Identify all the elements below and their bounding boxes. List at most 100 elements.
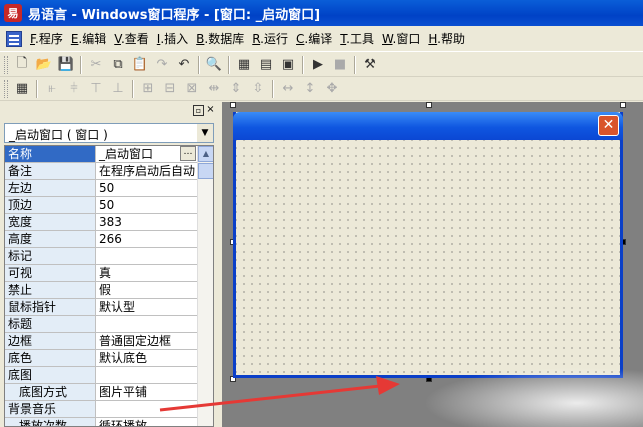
property-value[interactable]: 默认型	[96, 299, 213, 315]
menu-help[interactable]: H.帮助	[424, 30, 469, 47]
property-scrollbar[interactable]: ▲	[197, 146, 213, 426]
property-value[interactable]	[96, 316, 213, 332]
property-value[interactable]: 循环播放	[96, 418, 213, 426]
property-value[interactable]: 图片平铺	[96, 384, 213, 400]
align-bottom-icon[interactable]: ⊥	[107, 79, 129, 99]
property-row[interactable]: 名称 _启动窗口…	[5, 146, 213, 163]
property-row[interactable]: 禁止 假	[5, 282, 213, 299]
property-row[interactable]: 鼠标指针 默认型	[5, 299, 213, 316]
grid-icon[interactable]: ▦	[11, 79, 33, 99]
form-caption-bar[interactable]: ✕	[233, 112, 623, 140]
property-value[interactable]: _启动窗口…	[96, 146, 213, 162]
property-row[interactable]: 播放次数 循环播放	[5, 418, 213, 426]
property-row[interactable]: 高度 266	[5, 231, 213, 248]
space-vertical-icon[interactable]: ⇕	[225, 79, 247, 99]
property-row[interactable]: 底图方式 图片平铺	[5, 384, 213, 401]
chevron-down-icon[interactable]: ▼	[197, 124, 213, 142]
layout-top-icon[interactable]: ▤	[255, 55, 277, 75]
align-left-icon[interactable]: ⫦	[41, 79, 63, 99]
same-size-icon[interactable]: ⊠	[181, 79, 203, 99]
menu-database[interactable]: B.数据库	[192, 30, 248, 47]
property-row[interactable]: 标记	[5, 248, 213, 265]
close-icon[interactable]: ✕	[598, 115, 619, 136]
property-value[interactable]: 假	[96, 282, 213, 298]
property-name: 备注	[5, 163, 96, 179]
property-value[interactable]: 普通固定边框	[96, 333, 213, 349]
design-canvas[interactable]: ✕	[222, 102, 643, 427]
property-row[interactable]: 可视 真	[5, 265, 213, 282]
same-width-icon[interactable]: ⊞	[137, 79, 159, 99]
property-row[interactable]: 备注 在程序启动后自动	[5, 163, 213, 180]
center-horizontal-icon[interactable]: ↔	[277, 79, 299, 99]
property-value[interactable]: 50	[96, 180, 213, 196]
resize-handle[interactable]	[230, 102, 236, 108]
component-selector[interactable]: _启动窗口 ( 窗口 ) ▼	[4, 123, 214, 143]
cut-icon[interactable]: ✂	[85, 55, 107, 75]
run-icon[interactable]: ▶	[307, 55, 329, 75]
menu-tools[interactable]: T.工具	[336, 30, 378, 47]
startup-window-form[interactable]: ✕	[233, 112, 623, 378]
menu-edit[interactable]: E.编辑	[67, 30, 110, 47]
center-vertical-icon[interactable]: ↕	[299, 79, 321, 99]
more-button[interactable]: …	[180, 146, 196, 161]
resize-handle[interactable]	[620, 102, 626, 108]
menu-label: 编辑	[82, 32, 107, 46]
property-row[interactable]: 左边 50	[5, 180, 213, 197]
menu-label: 帮助	[440, 32, 465, 46]
stop-icon[interactable]: ■	[329, 55, 351, 75]
toolbar-grip[interactable]	[4, 55, 8, 74]
save-icon[interactable]: 💾	[55, 55, 77, 75]
debug-icon[interactable]: ⚒	[359, 55, 381, 75]
property-row[interactable]: 底色 默认底色	[5, 350, 213, 367]
space-equal-icon[interactable]: ⇳	[247, 79, 269, 99]
center-both-icon[interactable]: ✥	[321, 79, 343, 99]
layout-left-icon[interactable]: ▦	[233, 55, 255, 75]
toolbar-grip[interactable]	[4, 79, 8, 98]
toolbar-separator	[228, 55, 230, 74]
component-selector-value: _启动窗口 ( 窗口 )	[9, 128, 108, 142]
menu-program[interactable]: F.程序	[26, 30, 67, 47]
new-file-icon[interactable]: 🗋	[11, 55, 33, 75]
property-value[interactable]: 383	[96, 214, 213, 230]
property-row[interactable]: 底图	[5, 367, 213, 384]
scroll-thumb[interactable]	[198, 163, 213, 179]
menu-window[interactable]: W.窗口	[378, 30, 424, 47]
property-value[interactable]: 在程序启动后自动	[96, 163, 213, 179]
scroll-up-icon[interactable]: ▲	[198, 146, 213, 162]
align-top-icon[interactable]: ⊤	[85, 79, 107, 99]
layout-full-icon[interactable]: ▣	[277, 55, 299, 75]
same-height-icon[interactable]: ⊟	[159, 79, 181, 99]
menu-compile[interactable]: C.编译	[292, 30, 336, 47]
copy-icon[interactable]: ⧉	[107, 55, 129, 75]
menu-key: R	[252, 32, 261, 46]
redo-icon[interactable]: ↷	[151, 55, 173, 75]
undo-icon[interactable]: ↶	[173, 55, 195, 75]
menu-insert[interactable]: I.插入	[153, 30, 192, 47]
property-name: 禁止	[5, 282, 96, 298]
property-row[interactable]: 边框 普通固定边框	[5, 333, 213, 350]
form-client-area[interactable]	[236, 140, 620, 375]
resize-handle[interactable]	[426, 102, 432, 108]
align-center-icon[interactable]: ⫩	[63, 79, 85, 99]
close-icon[interactable]: ×	[205, 104, 216, 116]
paste-icon[interactable]: 📋	[129, 55, 151, 75]
property-row[interactable]: 顶边 50	[5, 197, 213, 214]
menu-label: 工具	[349, 32, 374, 46]
menu-run[interactable]: R.运行	[248, 30, 292, 47]
property-row[interactable]: 标题	[5, 316, 213, 333]
property-row[interactable]: 背景音乐	[5, 401, 213, 418]
find-icon[interactable]: 🔍	[203, 55, 225, 75]
property-value[interactable]: 真	[96, 265, 213, 281]
property-value[interactable]: 50	[96, 197, 213, 213]
property-value[interactable]: 默认底色	[96, 350, 213, 366]
property-value[interactable]	[96, 401, 213, 417]
property-value[interactable]	[96, 367, 213, 383]
open-folder-icon[interactable]: 📂	[33, 55, 55, 75]
menu-view[interactable]: V.查看	[110, 30, 153, 47]
property-value[interactable]: 266	[96, 231, 213, 247]
space-horizontal-icon[interactable]: ⇹	[203, 79, 225, 99]
property-row[interactable]: 宽度 383	[5, 214, 213, 231]
pin-icon[interactable]: ▫	[193, 105, 204, 116]
system-menu-icon[interactable]	[6, 30, 22, 47]
property-value[interactable]	[96, 248, 213, 264]
